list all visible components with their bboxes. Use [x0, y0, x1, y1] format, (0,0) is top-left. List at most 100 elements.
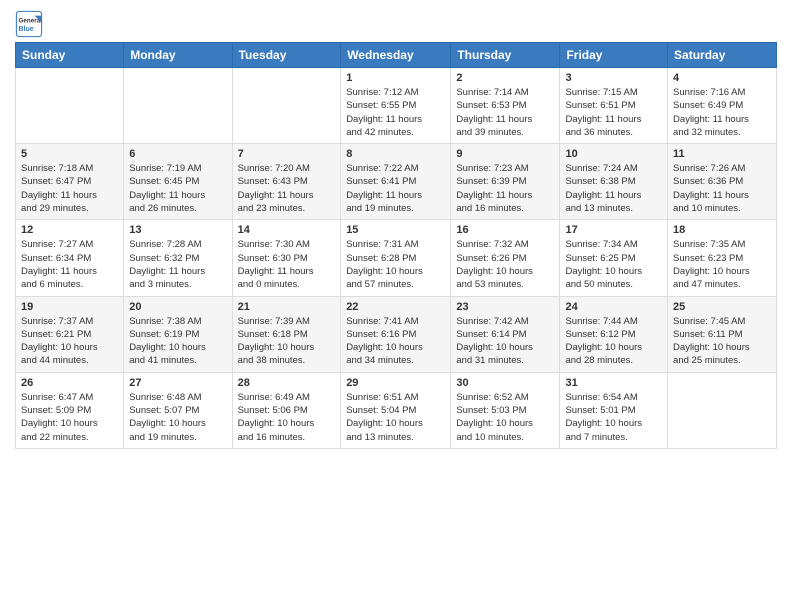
calendar-cell — [124, 68, 232, 144]
day-info: Sunrise: 7:28 AM Sunset: 6:32 PM Dayligh… — [129, 238, 226, 291]
calendar-cell — [16, 68, 124, 144]
calendar-cell: 10 Sunrise: 7:24 AM Sunset: 6:38 PM Dayli… — [560, 144, 668, 220]
week-row-3: 19 Sunrise: 7:37 AM Sunset: 6:21 PM Dayli… — [16, 296, 777, 372]
day-info: Sunrise: 7:27 AM Sunset: 6:34 PM Dayligh… — [21, 238, 118, 291]
day-number: 2 — [456, 72, 554, 84]
calendar-cell: 23 Sunrise: 7:42 AM Sunset: 6:14 PM Dayli… — [451, 296, 560, 372]
day-number: 31 — [565, 377, 662, 389]
day-number: 16 — [456, 224, 554, 236]
calendar-cell: 1 Sunrise: 7:12 AM Sunset: 6:55 PM Daylig… — [341, 68, 451, 144]
day-number: 10 — [565, 148, 662, 160]
calendar-cell: 5Sunrise: 7:18 AM Sunset: 6:47 PM Daylig… — [16, 144, 124, 220]
weekday-saturday: Saturday — [668, 43, 777, 68]
day-number: 17 — [565, 224, 662, 236]
weekday-wednesday: Wednesday — [341, 43, 451, 68]
day-info: Sunrise: 7:42 AM Sunset: 6:14 PM Dayligh… — [456, 315, 554, 368]
day-number: 12 — [21, 224, 118, 236]
day-number: 29 — [346, 377, 445, 389]
weekday-header-row: SundayMondayTuesdayWednesdayThursdayFrid… — [16, 43, 777, 68]
day-info: Sunrise: 6:47 AM Sunset: 5:09 PM Dayligh… — [21, 391, 118, 444]
day-info: Sunrise: 6:52 AM Sunset: 5:03 PM Dayligh… — [456, 391, 554, 444]
day-number: 21 — [238, 301, 336, 313]
day-number: 7 — [238, 148, 336, 160]
day-number: 28 — [238, 377, 336, 389]
calendar-cell: 16 Sunrise: 7:32 AM Sunset: 6:26 PM Dayli… — [451, 220, 560, 296]
week-row-1: 5Sunrise: 7:18 AM Sunset: 6:47 PM Daylig… — [16, 144, 777, 220]
calendar-cell: 6 Sunrise: 7:19 AM Sunset: 6:45 PM Daylig… — [124, 144, 232, 220]
calendar-cell: 26 Sunrise: 6:47 AM Sunset: 5:09 PM Dayli… — [16, 372, 124, 448]
day-number: 18 — [673, 224, 771, 236]
calendar-cell: 25 Sunrise: 7:45 AM Sunset: 6:11 PM Dayli… — [668, 296, 777, 372]
day-info: Sunrise: 7:23 AM Sunset: 6:39 PM Dayligh… — [456, 162, 554, 215]
week-row-4: 26 Sunrise: 6:47 AM Sunset: 5:09 PM Dayli… — [16, 372, 777, 448]
calendar-cell: 19 Sunrise: 7:37 AM Sunset: 6:21 PM Dayli… — [16, 296, 124, 372]
calendar-cell: 21 Sunrise: 7:39 AM Sunset: 6:18 PM Dayli… — [232, 296, 341, 372]
day-number: 9 — [456, 148, 554, 160]
calendar-cell: 3 Sunrise: 7:15 AM Sunset: 6:51 PM Daylig… — [560, 68, 668, 144]
calendar-cell — [668, 372, 777, 448]
weekday-friday: Friday — [560, 43, 668, 68]
calendar-cell: 7 Sunrise: 7:20 AM Sunset: 6:43 PM Daylig… — [232, 144, 341, 220]
day-info: Sunrise: 7:32 AM Sunset: 6:26 PM Dayligh… — [456, 238, 554, 291]
day-number: 14 — [238, 224, 336, 236]
calendar-cell: 29Sunrise: 6:51 AM Sunset: 5:04 PM Dayli… — [341, 372, 451, 448]
day-info: Sunrise: 7:35 AM Sunset: 6:23 PM Dayligh… — [673, 238, 771, 291]
day-info: Sunrise: 6:48 AM Sunset: 5:07 PM Dayligh… — [129, 391, 226, 444]
day-number: 22 — [346, 301, 445, 313]
day-number: 1 — [346, 72, 445, 84]
day-number: 26 — [21, 377, 118, 389]
calendar-cell: 2 Sunrise: 7:14 AM Sunset: 6:53 PM Daylig… — [451, 68, 560, 144]
day-info: Sunrise: 7:15 AM Sunset: 6:51 PM Dayligh… — [565, 86, 662, 139]
day-number: 11 — [673, 148, 771, 160]
day-info: Sunrise: 7:16 AM Sunset: 6:49 PM Dayligh… — [673, 86, 771, 139]
day-number: 13 — [129, 224, 226, 236]
calendar-cell: 28 Sunrise: 6:49 AM Sunset: 5:06 PM Dayli… — [232, 372, 341, 448]
day-number: 23 — [456, 301, 554, 313]
day-number: 20 — [129, 301, 226, 313]
day-info: Sunrise: 7:14 AM Sunset: 6:53 PM Dayligh… — [456, 86, 554, 139]
calendar-cell: 18 Sunrise: 7:35 AM Sunset: 6:23 PM Dayli… — [668, 220, 777, 296]
week-row-0: 1 Sunrise: 7:12 AM Sunset: 6:55 PM Daylig… — [16, 68, 777, 144]
day-info: Sunrise: 7:24 AM Sunset: 6:38 PM Dayligh… — [565, 162, 662, 215]
calendar-cell: 20 Sunrise: 7:38 AM Sunset: 6:19 PM Dayli… — [124, 296, 232, 372]
logo: General Blue — [15, 10, 47, 38]
calendar-cell: 31 Sunrise: 6:54 AM Sunset: 5:01 PM Dayli… — [560, 372, 668, 448]
day-info: Sunrise: 7:30 AM Sunset: 6:30 PM Dayligh… — [238, 238, 336, 291]
day-info: Sunrise: 7:31 AM Sunset: 6:28 PM Dayligh… — [346, 238, 445, 291]
day-info: Sunrise: 7:39 AM Sunset: 6:18 PM Dayligh… — [238, 315, 336, 368]
calendar-cell: 24Sunrise: 7:44 AM Sunset: 6:12 PM Dayli… — [560, 296, 668, 372]
day-info: Sunrise: 7:44 AM Sunset: 6:12 PM Dayligh… — [565, 315, 662, 368]
day-number: 19 — [21, 301, 118, 313]
svg-text:Blue: Blue — [19, 26, 34, 33]
calendar-cell — [232, 68, 341, 144]
day-info: Sunrise: 7:19 AM Sunset: 6:45 PM Dayligh… — [129, 162, 226, 215]
header: General Blue — [15, 10, 777, 38]
day-info: Sunrise: 7:37 AM Sunset: 6:21 PM Dayligh… — [21, 315, 118, 368]
day-number: 4 — [673, 72, 771, 84]
day-info: Sunrise: 6:54 AM Sunset: 5:01 PM Dayligh… — [565, 391, 662, 444]
day-number: 27 — [129, 377, 226, 389]
calendar-cell: 11Sunrise: 7:26 AM Sunset: 6:36 PM Dayli… — [668, 144, 777, 220]
day-info: Sunrise: 6:49 AM Sunset: 5:06 PM Dayligh… — [238, 391, 336, 444]
calendar-cell: 14 Sunrise: 7:30 AM Sunset: 6:30 PM Dayli… — [232, 220, 341, 296]
week-row-2: 12 Sunrise: 7:27 AM Sunset: 6:34 PM Dayli… — [16, 220, 777, 296]
day-number: 25 — [673, 301, 771, 313]
weekday-monday: Monday — [124, 43, 232, 68]
weekday-sunday: Sunday — [16, 43, 124, 68]
calendar-cell: 4 Sunrise: 7:16 AM Sunset: 6:49 PM Daylig… — [668, 68, 777, 144]
calendar-cell: 17 Sunrise: 7:34 AM Sunset: 6:25 PM Dayli… — [560, 220, 668, 296]
day-number: 6 — [129, 148, 226, 160]
day-info: Sunrise: 7:34 AM Sunset: 6:25 PM Dayligh… — [565, 238, 662, 291]
day-number: 15 — [346, 224, 445, 236]
day-info: Sunrise: 7:20 AM Sunset: 6:43 PM Dayligh… — [238, 162, 336, 215]
day-number: 30 — [456, 377, 554, 389]
day-info: Sunrise: 7:41 AM Sunset: 6:16 PM Dayligh… — [346, 315, 445, 368]
calendar-cell: 8Sunrise: 7:22 AM Sunset: 6:41 PM Daylig… — [341, 144, 451, 220]
day-info: Sunrise: 7:45 AM Sunset: 6:11 PM Dayligh… — [673, 315, 771, 368]
weekday-tuesday: Tuesday — [232, 43, 341, 68]
day-info: Sunrise: 7:38 AM Sunset: 6:19 PM Dayligh… — [129, 315, 226, 368]
day-info: Sunrise: 7:12 AM Sunset: 6:55 PM Dayligh… — [346, 86, 445, 139]
calendar-body: 1 Sunrise: 7:12 AM Sunset: 6:55 PM Daylig… — [16, 68, 777, 449]
day-number: 3 — [565, 72, 662, 84]
calendar-cell: 30 Sunrise: 6:52 AM Sunset: 5:03 PM Dayli… — [451, 372, 560, 448]
